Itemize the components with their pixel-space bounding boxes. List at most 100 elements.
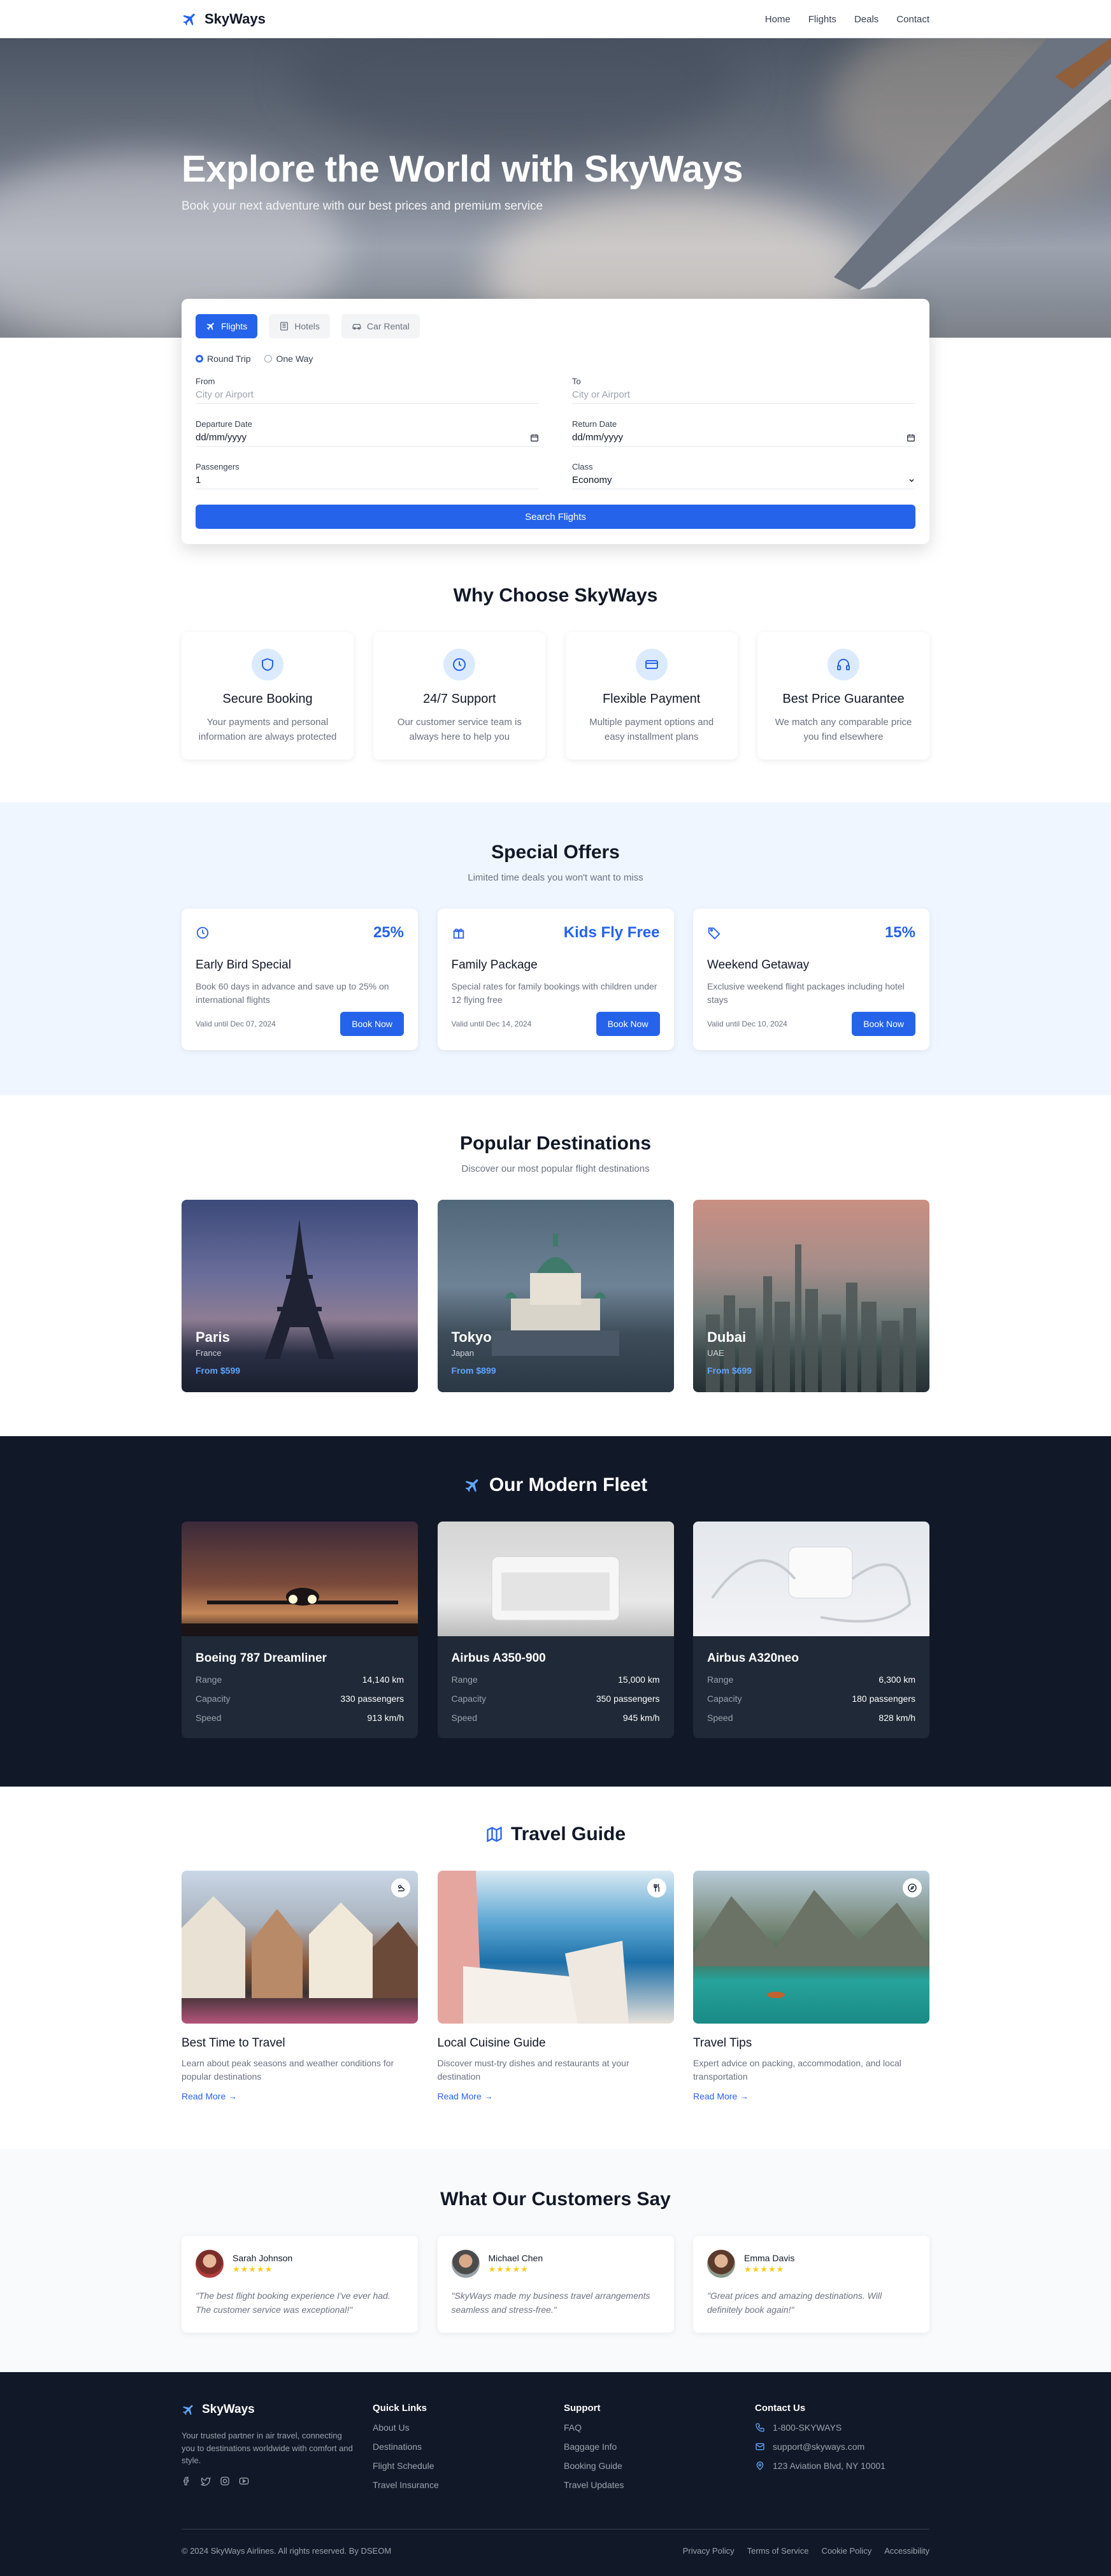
return-label: Return Date bbox=[572, 419, 617, 429]
feature-title: Flexible Payment bbox=[602, 692, 701, 706]
spec-label: Range bbox=[707, 1674, 734, 1685]
contact-email[interactable]: support@skyways.com bbox=[773, 2442, 864, 2452]
footer-link[interactable]: Travel Insurance bbox=[373, 2480, 564, 2490]
compass-icon bbox=[903, 1878, 922, 1897]
instagram-icon[interactable] bbox=[220, 2476, 230, 2486]
tab-hotels-label: Hotels bbox=[294, 321, 320, 331]
feature-title: 24/7 Support bbox=[423, 692, 496, 706]
phone-icon bbox=[755, 2422, 765, 2433]
avatar bbox=[196, 2250, 224, 2278]
spec-label: Speed bbox=[196, 1713, 222, 1723]
nav-link-home[interactable]: Home bbox=[765, 14, 791, 25]
clock-icon bbox=[196, 926, 210, 940]
destination-card-tokyo[interactable]: Tokyo Japan From $899 bbox=[437, 1200, 674, 1392]
footer-link[interactable]: Booking Guide bbox=[564, 2461, 755, 2471]
destination-country: France bbox=[196, 1348, 222, 1358]
destination-card-dubai[interactable]: Dubai UAE From $699 bbox=[693, 1200, 929, 1392]
plane-icon bbox=[206, 321, 216, 331]
destination-price: From $599 bbox=[196, 1365, 241, 1376]
why-choose-section: Why Choose SkyWays Secure Booking Your p… bbox=[0, 585, 1111, 759]
twitter-icon[interactable] bbox=[201, 2476, 211, 2486]
youtube-icon[interactable] bbox=[239, 2476, 249, 2486]
plane-icon bbox=[182, 2403, 196, 2417]
spec-label: Range bbox=[451, 1674, 478, 1685]
nav-link-flights[interactable]: Flights bbox=[808, 14, 836, 25]
read-more-link[interactable]: Read More → bbox=[182, 2091, 418, 2101]
passengers-input[interactable]: 1 bbox=[196, 471, 539, 489]
departure-date-value: dd/mm/yyyy bbox=[196, 432, 247, 443]
aircraft-name: Airbus A320neo bbox=[707, 1651, 799, 1665]
search-flights-button[interactable]: Search Flights bbox=[196, 505, 915, 529]
to-input[interactable]: City or Airport bbox=[572, 386, 915, 404]
cathedral-image bbox=[491, 1234, 619, 1356]
guide-card: Local Cuisine Guide Discover must-try di… bbox=[437, 1871, 674, 2101]
footer-link[interactable]: Travel Updates bbox=[564, 2480, 755, 2490]
guide-card-text: Discover must-try dishes and restaurants… bbox=[437, 2058, 629, 2082]
destination-card-paris[interactable]: Paris France From $599 bbox=[182, 1200, 418, 1392]
passengers-label: Passengers bbox=[196, 462, 240, 471]
coast-image bbox=[437, 1871, 674, 2024]
offer-title: Weekend Getaway bbox=[707, 958, 810, 972]
brand-logo[interactable]: SkyWays bbox=[182, 11, 266, 27]
return-date-input[interactable]: dd/mm/yyyy bbox=[572, 429, 915, 447]
plane-icon bbox=[182, 11, 198, 27]
fleet-card: Airbus A350-900 Range 15,000 km Capacity 3… bbox=[437, 1522, 674, 1738]
star-rating: ★★★★★ bbox=[233, 2264, 273, 2274]
return-date-value: dd/mm/yyyy bbox=[572, 432, 624, 443]
fleet-section: Our Modern Fleet Boeing 787 Dreamliner R… bbox=[0, 1436, 1111, 1787]
brand-name: SkyWays bbox=[204, 11, 266, 27]
radio-one-way[interactable]: One Way bbox=[264, 354, 313, 364]
destination-country: UAE bbox=[707, 1348, 724, 1358]
flight-search-card: Flights Hotels Car Rental Round Trip One… bbox=[182, 299, 929, 544]
nav-link-deals[interactable]: Deals bbox=[854, 14, 878, 25]
map-icon bbox=[485, 1825, 503, 1843]
contact-phone[interactable]: 1-800-SKYWAYS bbox=[773, 2422, 842, 2433]
book-now-button[interactable]: Book Now bbox=[340, 1012, 404, 1036]
passengers-value: 1 bbox=[196, 475, 201, 486]
cloud-sun-icon bbox=[391, 1878, 410, 1897]
departure-date-input[interactable]: dd/mm/yyyy bbox=[196, 429, 539, 447]
tab-flights[interactable]: Flights bbox=[196, 314, 258, 338]
radio-round-trip[interactable]: Round Trip bbox=[196, 354, 250, 364]
credit-card-icon bbox=[635, 649, 668, 680]
guide-card: Best Time to Travel Learn about peak sea… bbox=[182, 1871, 418, 2101]
offer-valid-until: Valid until Dec 14, 2024 bbox=[451, 1019, 532, 1028]
offers-subtitle: Limited time deals you won't want to mis… bbox=[468, 872, 643, 883]
popular-destinations-section: Popular Destinations Discover our most p… bbox=[0, 1133, 1111, 1392]
privacy-policy-link[interactable]: Privacy Policy bbox=[683, 2546, 735, 2556]
footer-link[interactable]: Flight Schedule bbox=[373, 2461, 564, 2471]
footer-link[interactable]: Baggage Info bbox=[564, 2442, 755, 2452]
star-rating: ★★★★★ bbox=[744, 2264, 785, 2274]
tab-hotels[interactable]: Hotels bbox=[269, 314, 330, 338]
accessibility-link[interactable]: Accessibility bbox=[884, 2546, 929, 2556]
town-image bbox=[182, 1871, 418, 2024]
read-more-link[interactable]: Read More → bbox=[438, 2091, 674, 2101]
book-now-button[interactable]: Book Now bbox=[852, 1012, 915, 1036]
footer-link[interactable]: About Us bbox=[373, 2422, 564, 2433]
feature-card: Secure Booking Your payments and persona… bbox=[182, 632, 354, 759]
facebook-icon[interactable] bbox=[182, 2476, 192, 2486]
terms-link[interactable]: Terms of Service bbox=[747, 2546, 809, 2556]
feature-card: Best Price Guarantee We match any compar… bbox=[757, 632, 929, 759]
feature-text: Your payments and personal information a… bbox=[198, 717, 337, 742]
mail-icon bbox=[755, 2442, 765, 2452]
cookie-policy-link[interactable]: Cookie Policy bbox=[821, 2546, 871, 2556]
nav-link-contact[interactable]: Contact bbox=[896, 14, 929, 25]
footer: SkyWays Your trusted partner in air trav… bbox=[0, 2372, 1111, 2576]
destination-price: From $699 bbox=[707, 1365, 752, 1376]
footer-link[interactable]: Destinations bbox=[373, 2442, 564, 2452]
calendar-icon[interactable] bbox=[530, 433, 539, 442]
from-input[interactable]: City or Airport bbox=[196, 386, 539, 404]
footer-link[interactable]: FAQ bbox=[564, 2422, 755, 2433]
offer-text: Special rates for family bookings with c… bbox=[451, 981, 657, 1005]
book-now-button[interactable]: Book Now bbox=[596, 1012, 660, 1036]
quick-links-title: Quick Links bbox=[373, 2403, 427, 2414]
aircraft-image bbox=[182, 1522, 418, 1636]
aircraft-name: Boeing 787 Dreamliner bbox=[196, 1651, 327, 1665]
feature-text: Multiple payment options and easy instal… bbox=[589, 717, 714, 742]
testimonial-quote: "Great prices and amazing destinations. … bbox=[707, 2291, 882, 2315]
calendar-icon[interactable] bbox=[907, 433, 915, 442]
class-select[interactable]: Economy bbox=[572, 471, 915, 489]
read-more-link[interactable]: Read More → bbox=[693, 2091, 929, 2101]
tab-car-rental[interactable]: Car Rental bbox=[341, 314, 420, 338]
